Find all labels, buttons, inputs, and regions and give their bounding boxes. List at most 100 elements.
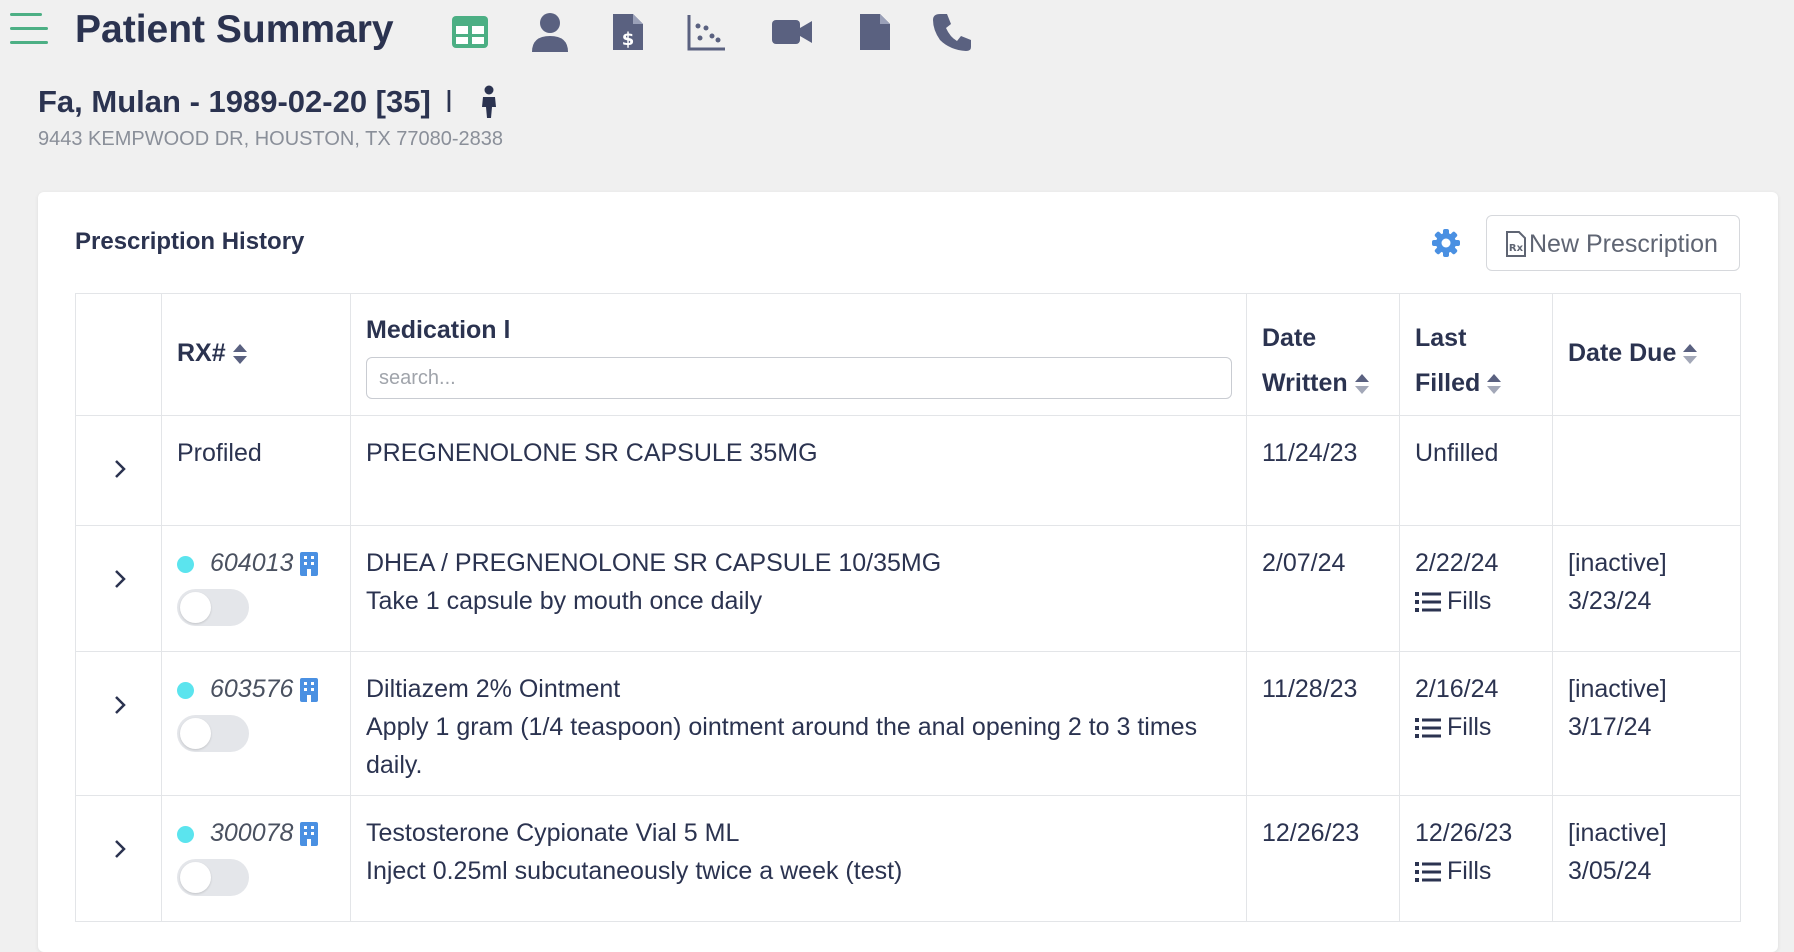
invoice-icon[interactable]: $ xyxy=(605,10,649,54)
building-icon xyxy=(300,822,319,847)
last-filled-cell: 12/26/23 Fills xyxy=(1399,795,1553,922)
patient-name-separator: l xyxy=(445,84,453,119)
table-row: 604013 DHEA / PREGNENOLONE SR CAPSULE 10… xyxy=(75,525,1741,652)
top-bar: Patient Summary $ xyxy=(0,0,1794,64)
expand-cell xyxy=(75,525,162,652)
rx-cell: 300078 xyxy=(161,795,351,922)
medication-sig: Apply 1 gram (1/4 teaspoon) ointment aro… xyxy=(366,713,1198,779)
phone-icon[interactable] xyxy=(930,10,974,54)
last-filled-cell: Unfilled xyxy=(1399,415,1553,526)
svg-text:Rx: Rx xyxy=(1509,243,1524,254)
rx-number[interactable]: 603576 xyxy=(210,675,293,703)
last-filled: Unfilled xyxy=(1415,439,1499,467)
due-status: [inactive] xyxy=(1568,549,1667,577)
medication-cell: Testosterone Cypionate Vial 5 ML Inject … xyxy=(350,795,1247,922)
last-filled-cell: 2/16/24 Fills xyxy=(1399,651,1553,796)
header-last-filled[interactable]: Last Filled xyxy=(1399,293,1553,416)
sort-icon[interactable] xyxy=(1682,343,1698,365)
rx-toggle[interactable] xyxy=(177,859,249,896)
fills-link[interactable]: Fills xyxy=(1415,708,1498,746)
page-title: Patient Summary xyxy=(75,8,394,51)
chevron-right-icon[interactable] xyxy=(110,459,130,479)
header-date-written[interactable]: Date Written xyxy=(1246,293,1400,416)
gear-icon[interactable] xyxy=(1431,228,1461,258)
medication-cell: DHEA / PREGNENOLONE SR CAPSULE 10/35MG T… xyxy=(350,525,1247,652)
status-dot xyxy=(177,681,194,699)
medication-name: DHEA / PREGNENOLONE SR CAPSULE 10/35MG xyxy=(366,549,942,577)
fills-link[interactable]: Fills xyxy=(1415,582,1498,620)
header-date-written-line2: Written xyxy=(1262,369,1348,397)
status-dot xyxy=(177,825,194,843)
new-prescription-label: New Prescription xyxy=(1529,230,1718,258)
medication-name: Testosterone Cypionate Vial 5 ML xyxy=(366,819,740,847)
header-rx[interactable]: RX# xyxy=(161,293,351,416)
header-date-due-label: Date Due xyxy=(1568,339,1677,367)
due-status: [inactive] xyxy=(1568,819,1667,847)
medication-name: Diltiazem 2% Ointment xyxy=(366,675,621,703)
date-written-cell: 2/07/24 xyxy=(1246,525,1400,652)
status-dot xyxy=(177,555,194,573)
fills-link[interactable]: Fills xyxy=(1415,852,1512,890)
sort-icon[interactable] xyxy=(1354,373,1370,395)
date-written: 2/07/24 xyxy=(1262,549,1346,577)
female-icon xyxy=(482,85,496,118)
date-due-cell: [inactive] 3/23/24 xyxy=(1552,525,1741,652)
video-icon[interactable] xyxy=(770,10,814,54)
fills-label: Fills xyxy=(1447,857,1492,885)
rx-cell: Profiled xyxy=(161,415,351,526)
rx-number[interactable]: 604013 xyxy=(210,549,293,577)
prescription-file-icon: Rx xyxy=(1506,231,1526,257)
header-medication: Medication l xyxy=(350,293,1247,416)
last-filled: 2/22/24 xyxy=(1415,549,1499,577)
chevron-right-icon[interactable] xyxy=(110,695,130,715)
expand-cell xyxy=(75,795,162,922)
file-icon[interactable] xyxy=(852,10,896,54)
spreadsheet-icon[interactable] xyxy=(448,10,492,54)
fills-label: Fills xyxy=(1447,587,1492,615)
prescription-history-card: Prescription History Rx New Prescription xyxy=(38,192,1778,952)
rx-toggle[interactable] xyxy=(177,715,249,752)
last-filled: 2/16/24 xyxy=(1415,675,1499,703)
due-status: [inactive] xyxy=(1568,675,1667,703)
new-prescription-button[interactable]: Rx New Prescription xyxy=(1486,215,1740,271)
medication-sig: Take 1 capsule by mouth once daily xyxy=(366,587,763,615)
date-written-cell: 11/28/23 xyxy=(1246,651,1400,796)
expand-cell xyxy=(75,651,162,796)
list-icon xyxy=(1415,862,1441,883)
date-due-cell: [inactive] 3/05/24 xyxy=(1552,795,1741,922)
sort-icon[interactable] xyxy=(232,343,248,365)
patient-name: Fa, Mulan - 1989-02-20 [35] l xyxy=(38,84,452,120)
header-rx-label: RX# xyxy=(177,339,226,367)
date-written-cell: 11/24/23 xyxy=(1246,415,1400,526)
rx-toggle[interactable] xyxy=(177,589,249,626)
rx-number: Profiled xyxy=(177,439,262,467)
sort-icon[interactable] xyxy=(1486,373,1502,395)
svg-text:$: $ xyxy=(622,29,635,50)
prescription-table: RX# Medication l Date Written Last xyxy=(75,293,1741,922)
date-written: 11/24/23 xyxy=(1262,439,1358,467)
scatter-chart-icon[interactable] xyxy=(684,10,728,54)
medication-name: PREGNENOLONE SR CAPSULE 35MG xyxy=(366,439,818,467)
header-last-filled-line2: Filled xyxy=(1415,369,1481,397)
rx-number[interactable]: 300078 xyxy=(210,819,293,847)
date-written-cell: 12/26/23 xyxy=(1246,795,1400,922)
fills-label: Fills xyxy=(1447,713,1492,741)
table-row: 300078 Testosterone Cypionate Vial 5 ML … xyxy=(75,795,1741,922)
list-icon xyxy=(1415,718,1441,739)
menu-icon[interactable] xyxy=(10,13,48,47)
header-date-due[interactable]: Date Due xyxy=(1552,293,1741,416)
medication-sig: Inject 0.25ml subcutaneously twice a wee… xyxy=(366,857,903,885)
user-icon[interactable] xyxy=(528,10,572,54)
chevron-right-icon[interactable] xyxy=(110,569,130,589)
date-written: 12/26/23 xyxy=(1262,819,1360,847)
medication-search-input[interactable] xyxy=(366,357,1232,399)
header-date-written-line1: Date xyxy=(1262,324,1317,352)
rx-cell: 604013 xyxy=(161,525,351,652)
rx-cell: 603576 xyxy=(161,651,351,796)
chevron-right-icon[interactable] xyxy=(110,839,130,859)
date-due-cell xyxy=(1552,415,1741,526)
medication-cell: Diltiazem 2% Ointment Apply 1 gram (1/4 … xyxy=(350,651,1247,796)
medication-cell: PREGNENOLONE SR CAPSULE 35MG xyxy=(350,415,1247,526)
building-icon xyxy=(300,678,319,703)
table-row: 603576 Diltiazem 2% Ointment Apply 1 gra… xyxy=(75,651,1741,796)
